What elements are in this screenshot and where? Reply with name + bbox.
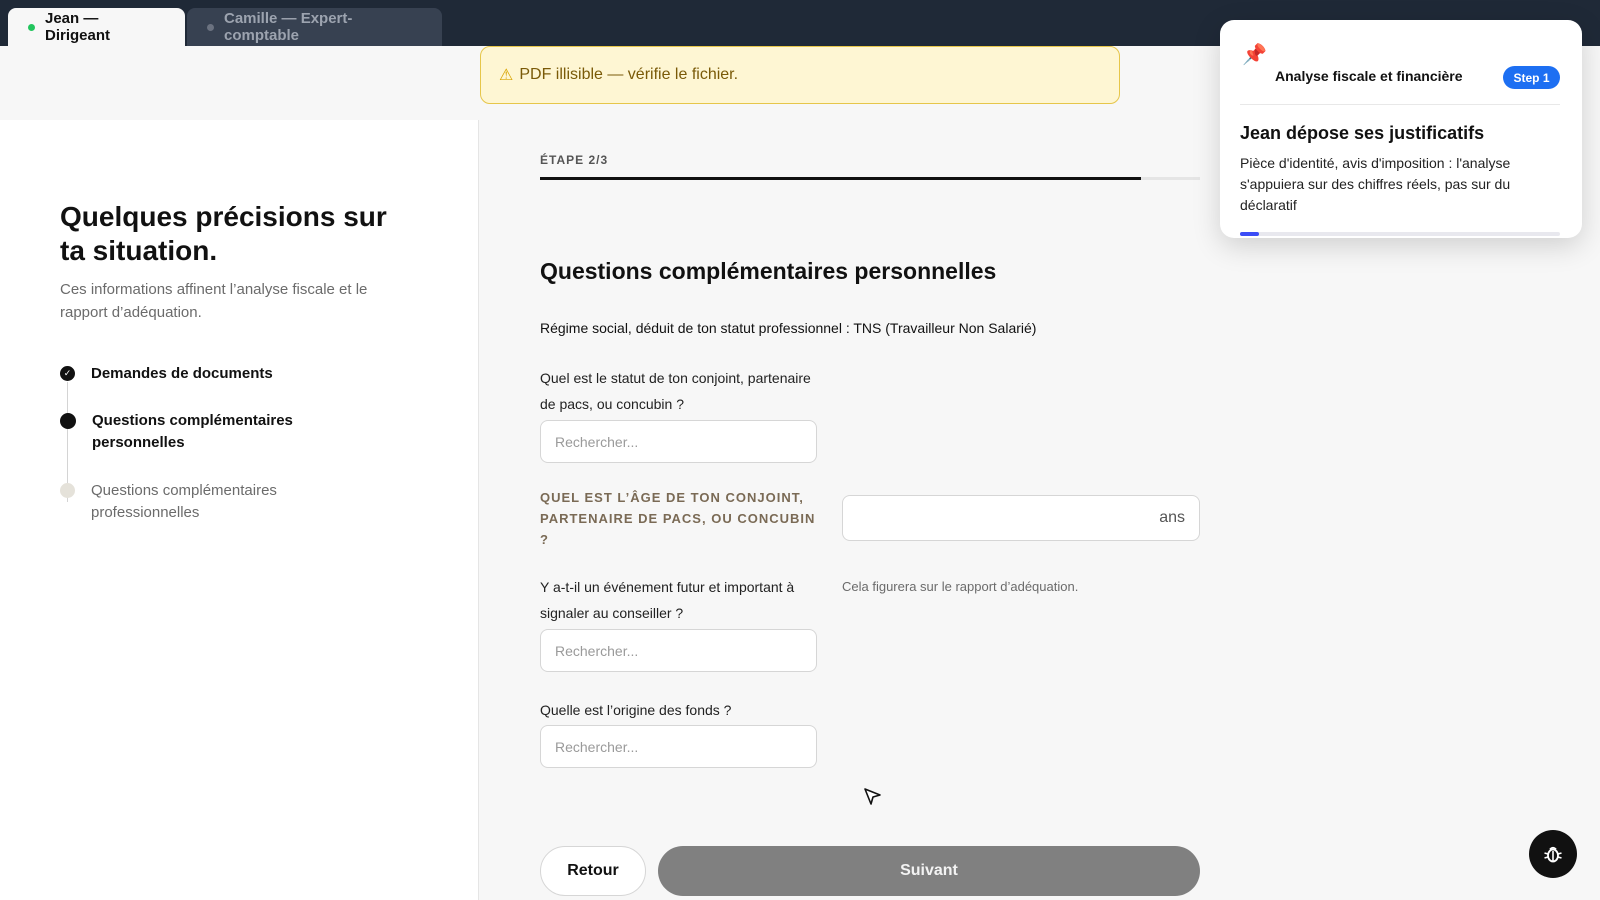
funds-origin-label: Quelle est l’origine des fonds ? [540,702,732,718]
partner-status-label: Quel est le statut de ton conjoint, part… [540,370,811,412]
tour-title: Jean dépose ses justificatifs [1240,123,1485,143]
tab-label: Camille — Expert-comptable [224,10,353,44]
future-event-search-input[interactable] [540,629,817,672]
warning-banner: ⚠ PDF illisible — vérifie le fichier. [480,46,1120,104]
pushpin-icon: 📌 [1242,44,1267,66]
page-subtitle: Ces informations affinent l’analyse fisc… [60,281,368,321]
future-event-hint: Cela figurera sur le rapport d’adéquatio… [842,579,1079,594]
partner-age-field: ans [842,495,1200,541]
partner-age-input[interactable] [843,496,1133,540]
current-step-icon [60,413,76,429]
tour-progress-fill [1240,232,1260,236]
tab-camille[interactable]: Camille — Expert-comptable [187,8,442,46]
page-title: Quelques précisions sur ta situation. [60,201,387,266]
bug-icon [1544,846,1562,863]
form-progress-bar [540,177,1200,180]
cursor-icon [864,788,881,805]
warning-text: PDF illisible — vérifie le fichier. [519,66,739,83]
step-personal-questions[interactable]: Questions complémentaires personnelles [60,410,312,454]
step-label: Demandes de documents [91,365,273,382]
pending-step-icon [60,483,75,498]
tour-progress-bar [1240,232,1560,236]
status-dot-icon [28,23,35,31]
tab-jean[interactable]: Jean — Dirigeant [8,8,185,46]
back-button[interactable]: Retour [540,846,646,896]
tour-section: Analyse fiscale et financière [1275,68,1463,84]
step-label: Questions complémentaires professionnell… [91,482,277,521]
step-professional-questions[interactable]: Questions complémentaires professionnell… [60,480,311,524]
next-button[interactable]: Suivant [658,846,1200,896]
form-title: Questions complémentaires personnelles [540,258,997,284]
check-icon: ✓ [60,366,75,381]
step-label: Questions complémentaires personnelles [92,412,293,451]
funds-origin-search-input[interactable] [540,725,817,768]
regime-text: Régime social, déduit de ton statut prof… [540,320,1037,336]
left-panel: Quelques précisions sur ta situation. Ce… [0,120,479,900]
divider [1240,104,1560,105]
step-documents[interactable]: ✓ Demandes de documents [60,363,311,385]
age-unit: ans [1159,509,1185,526]
partner-status-search-input[interactable] [540,420,817,463]
tour-card: 📌 Analyse fiscale et financière Step 1 J… [1220,20,1582,238]
future-event-label: Y a-t-il un événement futur et important… [540,579,795,621]
form-progress-fill [540,177,1141,180]
partner-age-label: QUEL EST L’ÂGE DE TON CONJOINT, PARTENAI… [540,490,816,547]
status-dot-icon [207,23,214,31]
step-counter: ÉTAPE 2/3 [540,153,609,167]
step-badge: Step 1 [1503,66,1560,89]
tour-body: Pièce d'identité, avis d'imposition : l'… [1240,155,1511,213]
tab-label: Jean — Dirigeant [45,10,111,44]
bug-report-button[interactable] [1529,830,1577,878]
warning-icon: ⚠ [499,67,514,84]
